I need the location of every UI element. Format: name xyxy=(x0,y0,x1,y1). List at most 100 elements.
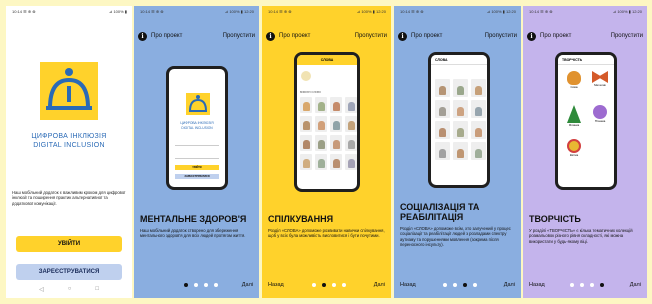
next-button[interactable]: Далі xyxy=(242,282,253,288)
next-button[interactable]: Далі xyxy=(630,282,641,288)
mini-title-en: DIGITAL INCLUSION xyxy=(181,125,213,130)
word-card xyxy=(435,100,450,118)
status-bar: 10:14 ☰ ⊕ ⊗ ⊿ 100% ▮ 12:20 xyxy=(400,9,516,15)
status-bar: 10:14 ☰ ⊕ ⊗ ⊿ 100% ▮ 12:20 xyxy=(268,9,386,15)
word-card xyxy=(300,135,312,151)
word-card xyxy=(471,142,486,160)
word-card xyxy=(315,116,327,132)
onboarding-mental-health: 10:14 ☰ ⊕ ⊗ ⊿ 100% ▮ 12:20 i Про проект … xyxy=(134,6,259,298)
about-label: Про проект xyxy=(540,33,572,39)
person-arch-icon xyxy=(46,68,92,110)
screen-description: Наш мобільний додаток створено для збере… xyxy=(140,228,246,239)
login-button[interactable]: УВІЙТИ xyxy=(16,236,122,252)
mini-word-grid xyxy=(300,97,357,170)
word-card xyxy=(315,135,327,151)
screen-description: Розділ «СЛОВА» допоможе розвивати навичк… xyxy=(268,228,385,239)
recents-nav-icon[interactable]: □ xyxy=(95,286,99,293)
home-nav-icon[interactable]: ○ xyxy=(68,286,72,293)
screen-description: У розділі «ТВОРЧІСТЬ» є кілька тематични… xyxy=(529,228,633,244)
info-icon: i xyxy=(527,31,536,41)
skip-button[interactable]: Пропустити xyxy=(223,33,255,39)
item-label: Пташка xyxy=(594,119,606,123)
status-right: ⊿ 100% ▮ xyxy=(108,9,127,14)
mini-brand-title: ЦИФРОВА ІНКЛЮЗІЯ DIGITAL INCLUSION xyxy=(171,121,223,130)
page-dot xyxy=(193,283,198,287)
brand-title-ua: ЦИФРОВА ІНКЛЮЗІЯ xyxy=(31,133,107,140)
coloring-item: Метелик xyxy=(590,71,610,93)
back-button[interactable]: Назад xyxy=(400,282,416,288)
about-project-link[interactable]: i Про проект xyxy=(398,31,442,41)
page-dot xyxy=(203,283,208,287)
tree-icon xyxy=(567,105,581,123)
back-nav-icon[interactable]: ◁ xyxy=(39,286,44,293)
next-button[interactable]: Далі xyxy=(374,282,385,288)
onboarding-topbar: i Про проект Пропустити xyxy=(527,30,643,42)
mini-register-button: ЗАРЕЄСТРУВАТИСЯ xyxy=(175,174,219,179)
word-card xyxy=(330,135,342,151)
onboarding-socialization: 10:14 ☰ ⊕ ⊗ ⊿ 100% ▮ 12:20 i Про проект … xyxy=(394,6,521,298)
word-card xyxy=(300,97,312,113)
coloring-item: Пташка xyxy=(590,105,610,131)
owl-icon xyxy=(567,71,581,85)
register-button[interactable]: ЗАРЕЄСТРУВАТИСЯ xyxy=(16,264,122,280)
onboarding-topbar: i Про проект Пропустити xyxy=(398,30,517,42)
word-card xyxy=(345,154,357,170)
next-button[interactable]: Далі xyxy=(504,282,515,288)
item-label: Сова xyxy=(570,85,578,89)
skip-button[interactable]: Пропустити xyxy=(485,33,517,39)
welcome-screen: 10:14 ☰ ⊕ ⊗ ⊿ 100% ▮ ЦИФРОВА ІНКЛЮЗІЯ DI… xyxy=(6,6,132,298)
screen-heading: ТВОРЧІСТЬ xyxy=(529,214,581,224)
page-dot xyxy=(600,283,605,287)
page-indicator xyxy=(570,283,605,287)
onboarding-topbar: i Про проект Пропустити xyxy=(266,30,387,42)
mini-header: СЛОВА xyxy=(431,55,487,65)
skip-button[interactable]: Пропустити xyxy=(611,33,643,39)
status-right: ⊿ 100% ▮ 12:20 xyxy=(486,9,516,14)
page-indicator xyxy=(442,283,477,287)
heading-line: СОЦІАЛІЗАЦІЯ ТА xyxy=(400,202,480,212)
word-card xyxy=(330,154,342,170)
info-icon: i xyxy=(398,31,407,41)
status-left: 10:14 ☰ ⊕ ⊗ xyxy=(529,9,553,14)
flower-icon xyxy=(567,139,581,153)
status-bar: 10:14 ☰ ⊕ ⊗ ⊿ 100% ▮ 12:20 xyxy=(529,9,642,15)
person-arch-icon xyxy=(189,95,207,112)
screen-heading: МЕНТАЛЬНЕ ЗДОРОВ'Я xyxy=(140,214,247,224)
onboarding-topbar: i Про проект Пропустити xyxy=(138,30,255,42)
word-card xyxy=(435,142,450,160)
word-card xyxy=(315,154,327,170)
status-left: 10:14 ☰ ⊕ ⊗ xyxy=(268,9,292,14)
screen-heading: СПІЛКУВАННЯ xyxy=(268,214,334,224)
page-dot xyxy=(462,283,467,287)
onboarding-communication: 10:14 ☰ ⊕ ⊗ ⊿ 100% ▮ 12:20 i Про проект … xyxy=(262,6,391,298)
page-dot xyxy=(570,283,575,287)
screen-description: Розділ «СЛОВА» допоможе всім, хто залуче… xyxy=(400,226,511,247)
skip-button[interactable]: Пропустити xyxy=(355,33,387,39)
page-dot xyxy=(321,283,326,287)
back-button[interactable]: Назад xyxy=(529,282,545,288)
mini-logo xyxy=(186,93,210,115)
coloring-item: Ялинка xyxy=(564,105,584,131)
word-card xyxy=(471,121,486,139)
status-bar: 10:14 ☰ ⊕ ⊗ ⊿ 100% ▮ xyxy=(12,9,127,15)
page-dot xyxy=(341,283,346,287)
about-project-link[interactable]: i Про проект xyxy=(527,31,572,41)
onboarding-creativity: 10:14 ☰ ⊕ ⊗ ⊿ 100% ▮ 12:20 i Про проект … xyxy=(523,6,647,298)
about-label: Про проект xyxy=(279,33,311,39)
word-card xyxy=(300,154,312,170)
onboarding-nav: Далі xyxy=(140,280,253,290)
about-project-link[interactable]: i Про проект xyxy=(266,31,311,41)
coloring-item: Квітка xyxy=(564,139,584,163)
app-logo xyxy=(40,62,98,120)
screen-heading: СОЦІАЛІЗАЦІЯ ТА РЕАБІЛІТАЦІЯ xyxy=(400,202,479,222)
word-card xyxy=(315,97,327,113)
word-card xyxy=(330,116,342,132)
word-card xyxy=(453,100,468,118)
mini-section-label: ВИБРАТИ СЛОВО xyxy=(300,91,321,94)
word-card xyxy=(453,121,468,139)
heading-line: РЕАБІЛІТАЦІЯ xyxy=(400,212,464,222)
back-button[interactable]: Назад xyxy=(268,282,284,288)
page-dot xyxy=(452,283,457,287)
page-dot xyxy=(183,283,188,287)
about-project-link[interactable]: i Про проект xyxy=(138,31,182,41)
